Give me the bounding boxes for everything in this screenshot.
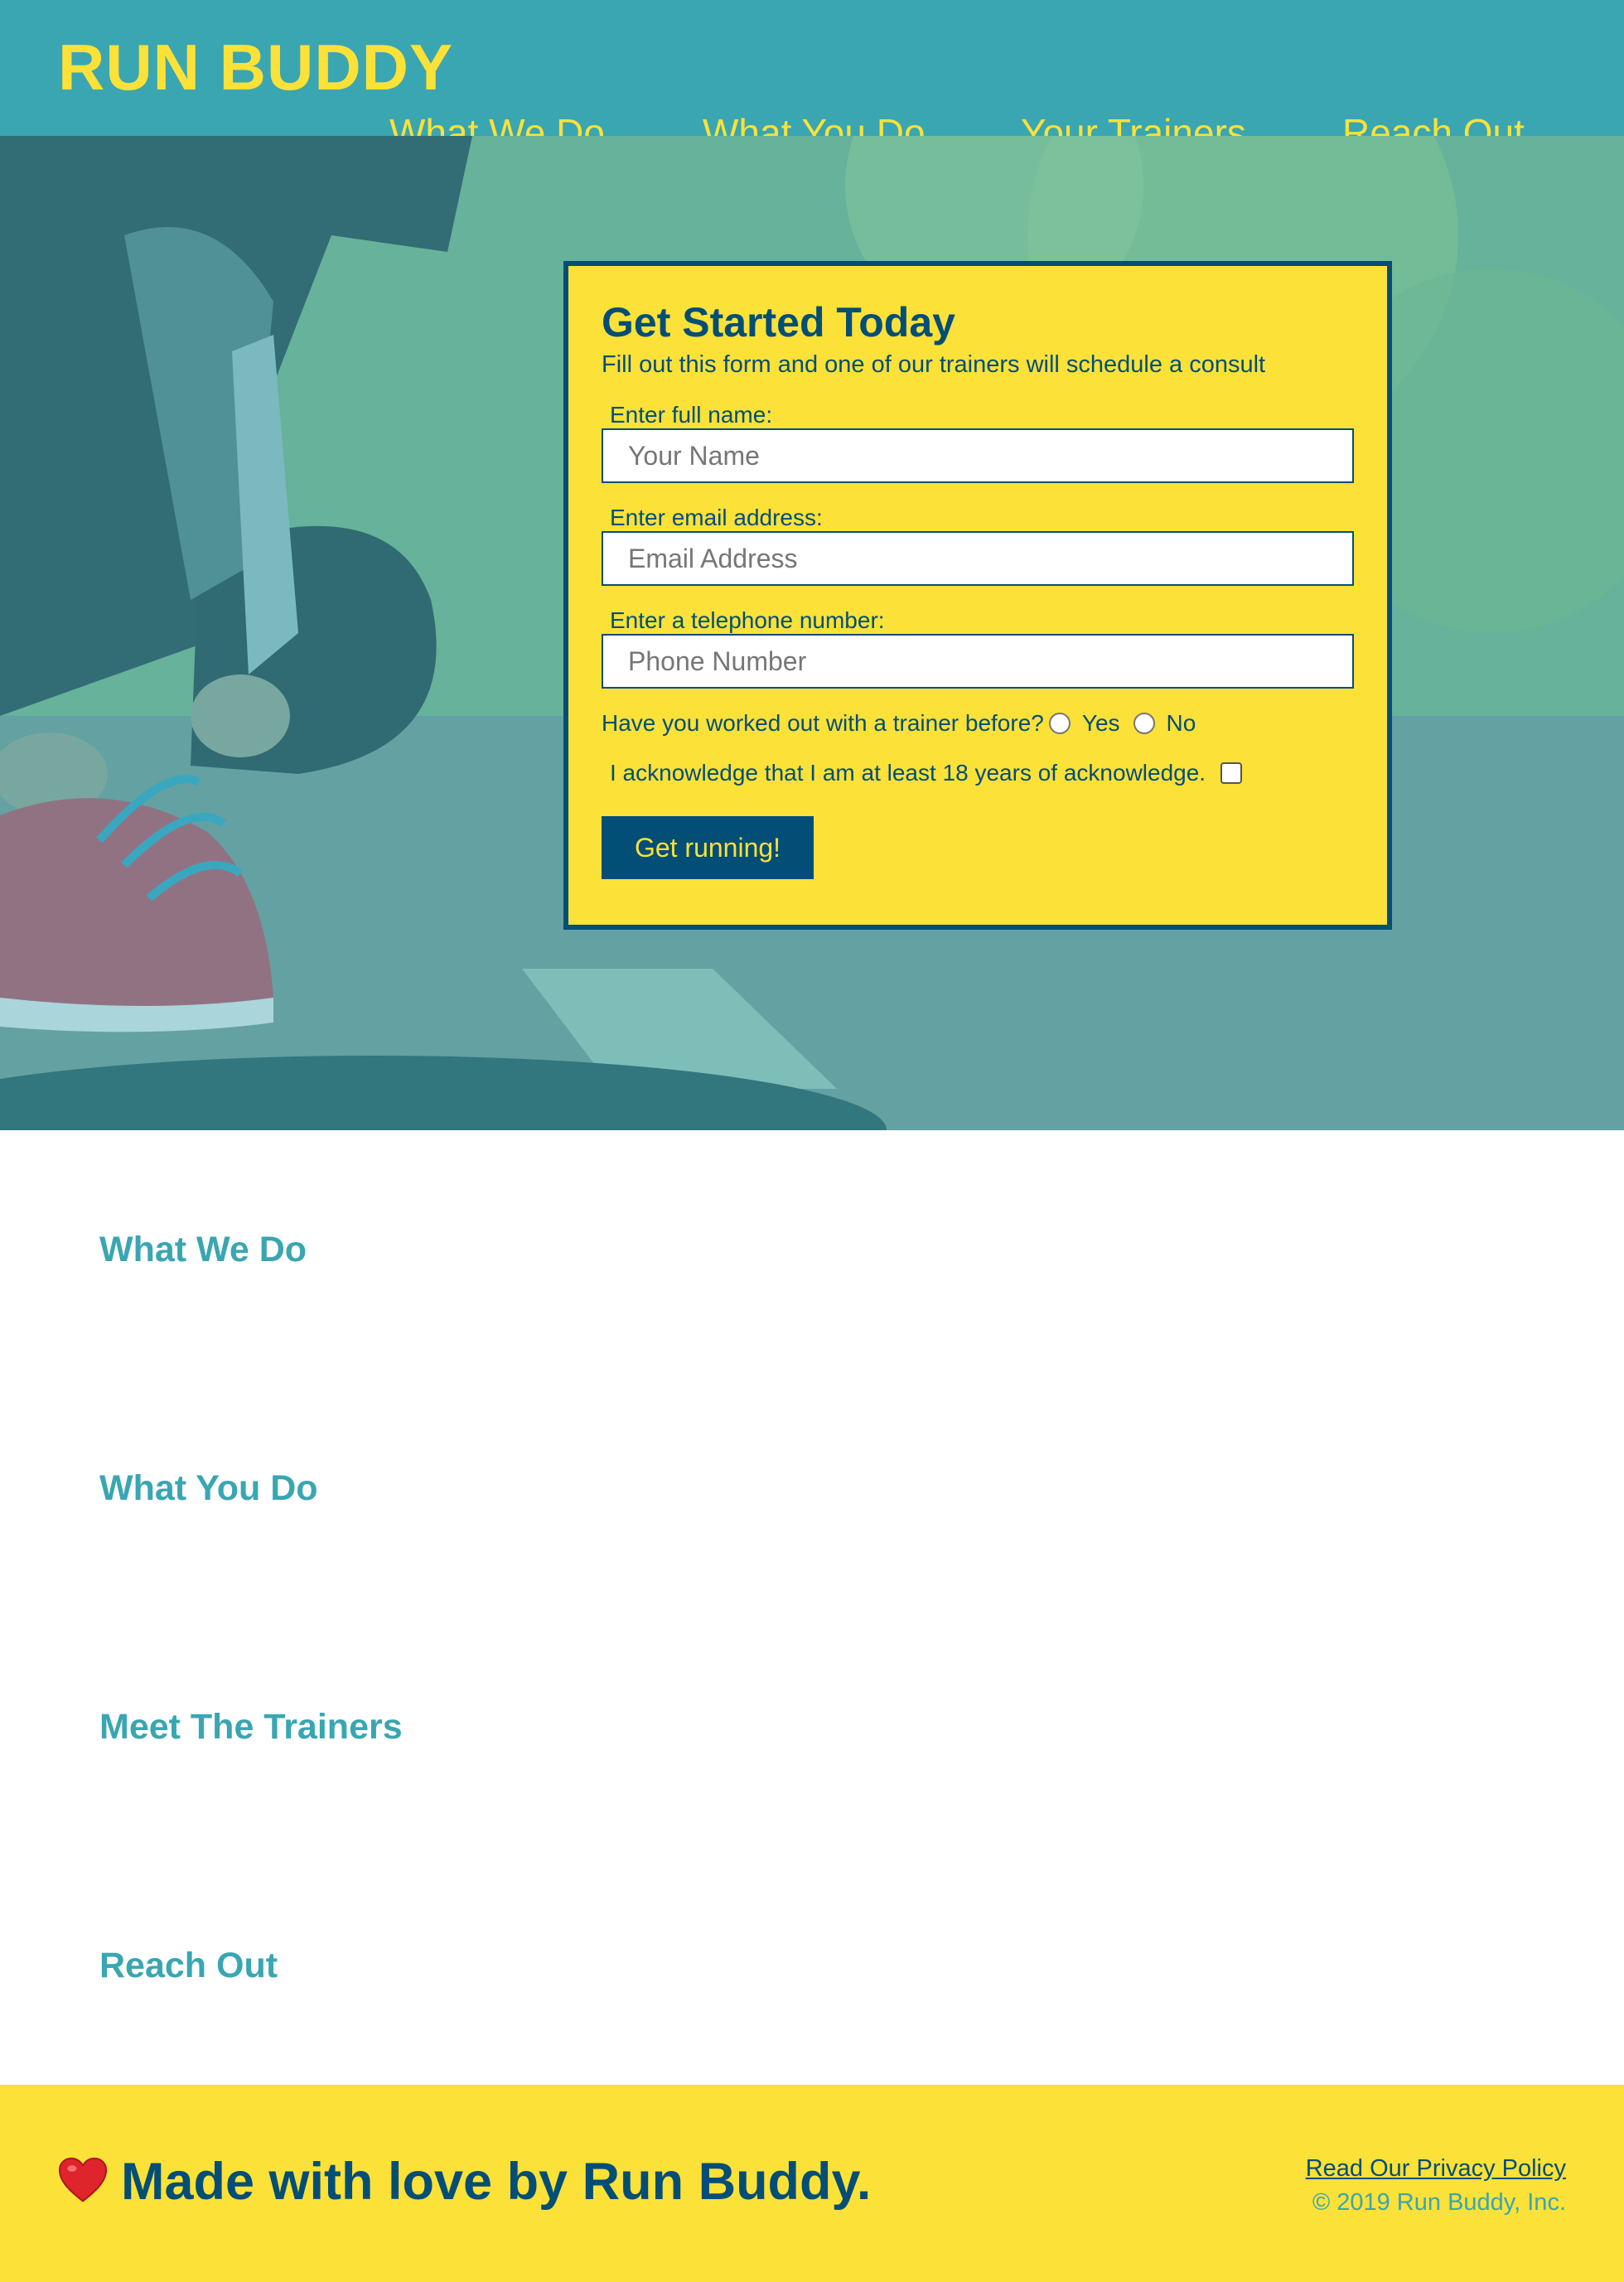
- section-title-what-we-do: What We Do: [99, 1230, 307, 1269]
- hero-section: Get Started Today Fill out this form and…: [0, 136, 1624, 1130]
- trainer-question-row: Have you worked out with a trainer befor…: [602, 708, 1354, 738]
- name-label: Enter full name:: [610, 402, 773, 428]
- privacy-policy-link[interactable]: Read Our Privacy Policy: [1306, 2154, 1566, 2183]
- site-logo[interactable]: RUN BUDDY: [58, 30, 453, 104]
- site-header: RUN BUDDY What We Do What You Do Your Tr…: [0, 0, 1624, 136]
- email-label: Enter email address:: [610, 505, 823, 530]
- yes-radio[interactable]: [1048, 713, 1071, 734]
- section-title-meet-the-trainers: Meet The Trainers: [99, 1707, 403, 1747]
- form-subtitle: Fill out this form and one of our traine…: [602, 351, 1266, 378]
- footer-copyright: © 2019 Run Buddy, Inc.: [1312, 2189, 1566, 2216]
- get-started-form: Get Started Today Fill out this form and…: [563, 261, 1392, 930]
- no-radio[interactable]: [1133, 713, 1155, 734]
- phone-label: Enter a telephone number:: [610, 607, 885, 633]
- nav-link-your-trainers[interactable]: Your Trainers: [1021, 109, 1246, 136]
- submit-button[interactable]: Get running!: [602, 816, 814, 879]
- acknowledge-row: I acknowledge that I am at least 18 year…: [610, 758, 1354, 788]
- no-radio-label: No: [1166, 710, 1196, 736]
- section-title-what-you-do: What You Do: [99, 1468, 318, 1508]
- acknowledge-checkbox[interactable]: [1220, 762, 1243, 784]
- site-footer: Made with love by Run Buddy. Read Our Pr…: [0, 2085, 1624, 2282]
- nav-link-reach-out[interactable]: Reach Out: [1342, 109, 1525, 136]
- phone-input[interactable]: [602, 634, 1354, 689]
- form-title: Get Started Today: [602, 299, 955, 346]
- trainer-question-label: Have you worked out with a trainer befor…: [602, 710, 1044, 736]
- section-title-reach-out: Reach Out: [99, 1946, 278, 1985]
- yes-radio-label: Yes: [1081, 710, 1120, 736]
- name-input[interactable]: [602, 428, 1354, 483]
- email-input[interactable]: [602, 531, 1354, 586]
- acknowledge-label: I acknowledge that I am at least 18 year…: [610, 760, 1206, 786]
- heart-icon: [58, 2157, 108, 2202]
- nav-link-what-you-do[interactable]: What You Do: [703, 109, 926, 136]
- footer-made-with-love: Made with love by Run Buddy.: [121, 2153, 872, 2211]
- nav-link-what-we-do[interactable]: What We Do: [389, 109, 605, 136]
